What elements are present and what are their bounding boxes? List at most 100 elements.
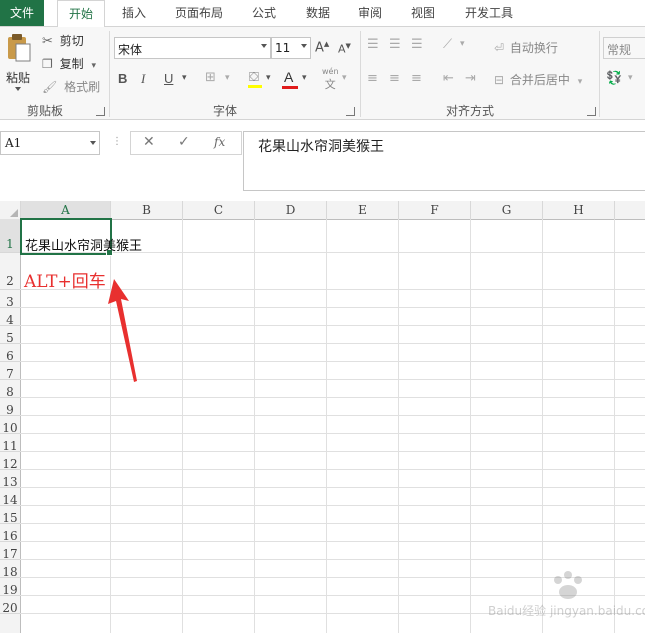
underline-button[interactable]: U — [164, 71, 173, 86]
column-header-f[interactable]: F — [399, 201, 471, 220]
row-header-8[interactable]: 8 — [0, 380, 21, 399]
formula-input[interactable]: 花果山水帘洞美猴王 — [243, 131, 645, 191]
tab-review[interactable]: 审阅 — [350, 0, 390, 26]
align-right-icon[interactable]: ≡ — [411, 71, 422, 86]
row-header-1[interactable]: 1 — [0, 219, 21, 253]
tab-home[interactable]: 开始 — [57, 0, 105, 28]
cell-a1-text: 花果山水帘洞美猴王 — [25, 239, 143, 254]
row-header-17[interactable]: 17 — [0, 542, 21, 561]
row-header-15[interactable]: 15 — [0, 506, 21, 525]
font-size-select[interactable]: 11 — [271, 37, 311, 59]
clipboard-group-label: 剪贴板 — [26, 104, 63, 118]
row-header-7[interactable]: 7 — [0, 362, 21, 381]
tab-file[interactable]: 文件 — [0, 0, 44, 26]
row-header-12[interactable]: 12 — [0, 452, 21, 471]
alignment-launcher-icon[interactable] — [587, 107, 596, 116]
column-header-i[interactable] — [615, 201, 645, 220]
merge-center-button[interactable]: ⊟ 合并后居中 ▾ — [494, 71, 582, 88]
select-all-corner[interactable] — [0, 201, 21, 220]
currency-icon[interactable]: 💱 — [606, 71, 622, 86]
tab-data[interactable]: 数据 — [298, 0, 338, 26]
copy-button[interactable]: ❐ 复制 ▾ — [42, 55, 96, 72]
chevron-down-icon[interactable]: ▾ — [225, 73, 230, 83]
cancel-icon[interactable]: ✕ — [143, 134, 155, 150]
chevron-down-icon[interactable]: ▾ — [460, 39, 465, 49]
italic-button[interactable]: I — [141, 71, 145, 87]
fill-color-icon[interactable]: ⛋ — [246, 70, 264, 90]
merge-center-label: 合并后居中 — [509, 73, 570, 87]
chevron-down-icon: ▾ — [91, 61, 96, 71]
row-header-19[interactable]: 19 — [0, 578, 21, 597]
column-header-c[interactable]: C — [183, 201, 255, 220]
chevron-down-icon[interactable]: ▾ — [182, 73, 187, 83]
insert-function-icon[interactable]: fx — [214, 135, 225, 149]
cut-label: 剪切 — [59, 34, 84, 48]
row-header-21[interactable] — [0, 614, 21, 633]
tab-formulas[interactable]: 公式 — [244, 0, 284, 26]
gridline — [20, 469, 645, 470]
row-header-16[interactable]: 16 — [0, 524, 21, 543]
decrease-indent-icon[interactable]: ⇤ — [443, 71, 454, 86]
row-header-5[interactable]: 5 — [0, 326, 21, 345]
watermark: Baidu经验 jingyan.baidu.com — [488, 566, 645, 626]
gridline — [182, 219, 183, 633]
column-header-g[interactable]: G — [471, 201, 543, 220]
cut-button[interactable]: ✂ 剪切 — [42, 32, 84, 49]
gridline — [20, 523, 645, 524]
gridline — [20, 397, 645, 398]
font-color-letter: A — [284, 69, 294, 85]
chevron-down-icon: ▾ — [577, 77, 583, 87]
tab-developer[interactable]: 开发工具 — [458, 0, 520, 26]
row-header-2[interactable]: 2 — [0, 253, 21, 290]
align-top-icon[interactable]: ☰ — [367, 37, 379, 52]
row-header-20[interactable]: 20 — [0, 596, 21, 615]
number-format-value: 常规 — [607, 43, 632, 57]
copy-label: 复制 — [59, 57, 84, 71]
align-center-icon[interactable]: ≡ — [389, 71, 400, 86]
tab-page-layout[interactable]: 页面布局 — [168, 0, 230, 26]
row-header-18[interactable]: 18 — [0, 560, 21, 579]
row-header-4[interactable]: 4 — [0, 308, 21, 327]
chevron-down-icon[interactable]: ▾ — [266, 73, 271, 83]
column-header-d[interactable]: D — [255, 201, 327, 220]
phonetic-guide-icon[interactable]: wén 文 — [322, 67, 339, 92]
column-header-h[interactable]: H — [543, 201, 615, 220]
row-header-13[interactable]: 13 — [0, 470, 21, 489]
number-format-select[interactable]: 常规 — [603, 37, 645, 59]
row-header-3[interactable]: 3 — [0, 290, 21, 309]
chevron-down-icon[interactable]: ▾ — [628, 73, 633, 83]
tab-insert[interactable]: 插入 — [112, 0, 156, 26]
row-header-10[interactable]: 10 — [0, 416, 21, 435]
row-header-11[interactable]: 11 — [0, 434, 21, 453]
font-launcher-icon[interactable] — [346, 107, 355, 116]
row-header-9[interactable]: 9 — [0, 398, 21, 417]
align-left-icon[interactable]: ≡ — [367, 71, 378, 86]
font-color-icon[interactable]: A — [282, 69, 298, 91]
borders-icon[interactable]: ⊞ — [205, 70, 216, 85]
wrap-text-button[interactable]: ⏎ 自动换行 — [494, 39, 558, 56]
row-header-14[interactable]: 14 — [0, 488, 21, 507]
copy-icon: ❐ — [42, 57, 53, 71]
row-header-6[interactable]: 6 — [0, 344, 21, 363]
column-header-b[interactable]: B — [111, 201, 183, 220]
chevron-down-icon — [261, 44, 267, 48]
tab-view[interactable]: 视图 — [403, 0, 443, 26]
increase-font-size-icon[interactable]: A▲ — [315, 40, 329, 55]
align-bottom-icon[interactable]: ☰ — [411, 37, 423, 52]
decrease-font-size-icon[interactable]: A▼ — [338, 42, 351, 56]
increase-indent-icon[interactable]: ⇥ — [465, 71, 476, 86]
chevron-down-icon[interactable]: ▾ — [302, 73, 307, 83]
enter-icon[interactable]: ✓ — [178, 134, 190, 150]
name-box[interactable]: A1 — [0, 131, 100, 155]
arrow-icon — [108, 279, 137, 382]
align-middle-icon[interactable]: ☰ — [389, 37, 401, 52]
clipboard-launcher-icon[interactable] — [96, 107, 105, 116]
orientation-icon[interactable]: ⟋ — [443, 37, 452, 52]
column-header-e[interactable]: E — [327, 201, 399, 220]
font-name-select[interactable]: 宋体 — [114, 37, 271, 59]
paste-button[interactable]: 粘贴 — [4, 31, 34, 91]
format-painter-button[interactable]: 🖌 格式刷 — [42, 78, 100, 95]
watermark-text: Baidu经验 jingyan.baidu.com — [488, 604, 645, 618]
chevron-down-icon[interactable]: ▾ — [342, 73, 347, 83]
bold-button[interactable]: B — [118, 71, 127, 86]
